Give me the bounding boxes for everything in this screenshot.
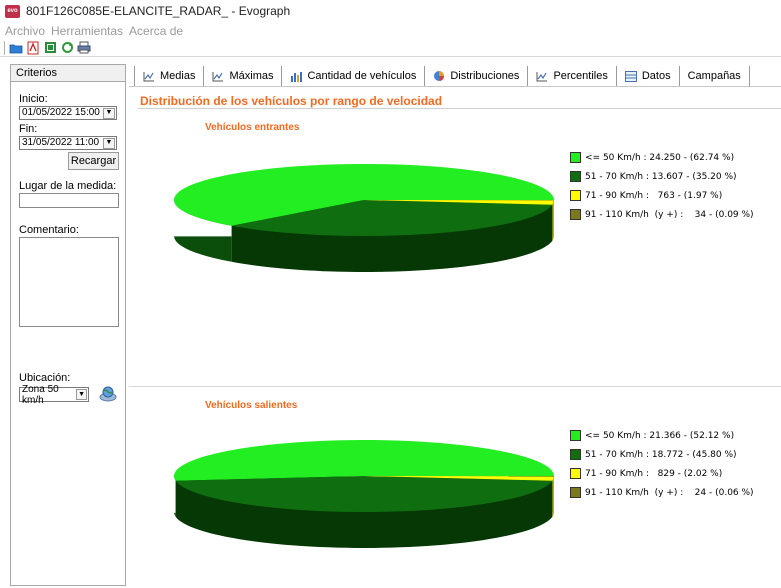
legend-item: <= 50 Km/h : 24.250 - (62.74 %): [570, 148, 754, 167]
tab-label: Datos: [641, 70, 671, 82]
menu-acerca-de[interactable]: Acerca de: [129, 24, 183, 38]
end-label: Fin:: [19, 123, 38, 135]
globe-icon[interactable]: [99, 385, 117, 403]
legend-swatch: [570, 449, 581, 460]
place-label: Lugar de la medida:: [19, 180, 117, 192]
line-chart-icon: [212, 71, 224, 82]
legend-label: 51 - 70 Km/h : 13.607 - (35.20 %): [585, 171, 737, 182]
legend-salientes: <= 50 Km/h : 21.366 - (52.12 %) 51 - 70 …: [570, 426, 754, 502]
legend-label: 71 - 90 Km/h : 829 - (2.02 %): [585, 468, 723, 479]
refresh-icon[interactable]: [60, 41, 74, 55]
table-icon: [624, 70, 637, 82]
comment-label: Comentario:: [19, 224, 79, 236]
tab-label: Medias: [160, 70, 196, 82]
tab-divider: [129, 86, 781, 87]
tab-maximas[interactable]: Máximas: [204, 66, 283, 86]
section-divider: [138, 108, 781, 109]
open-folder-icon[interactable]: [9, 41, 23, 55]
legend-label: 91 - 110 Km/h (y +) : 34 - (0.09 %): [585, 209, 754, 220]
line-chart-icon: [536, 71, 548, 82]
chart-divider: [129, 386, 781, 387]
legend-label: 71 - 90 Km/h : 763 - (1.97 %): [585, 190, 723, 201]
menu-archivo[interactable]: Archivo: [5, 24, 45, 38]
pie-slice-1: [174, 439, 555, 481]
section-title: Distribución de los vehículos por rango …: [140, 94, 443, 108]
end-date-value: 31/05/2022 11:00: [22, 137, 100, 148]
criteria-panel: Criterios Inicio: 01/05/2022 15:00 ▼ Fin…: [10, 64, 126, 586]
start-date-value: 01/05/2022 15:00: [22, 107, 100, 118]
tab-medias[interactable]: Medias: [134, 66, 205, 86]
legend-label: 91 - 110 Km/h (y +) : 24 - (0.06 %): [585, 487, 754, 498]
menu-herramientas[interactable]: Herramientas: [51, 24, 123, 38]
tab-bar: Medias Máximas Cantidad de vehículos Dis…: [134, 66, 750, 86]
location-label: Ubicación:: [19, 372, 71, 384]
legend-item: <= 50 Km/h : 21.366 - (52.12 %): [570, 426, 754, 445]
criteria-header: Criterios: [11, 65, 125, 82]
legend-item: 71 - 90 Km/h : 763 - (1.97 %): [570, 186, 754, 205]
toolbar-grip: [4, 40, 6, 55]
location-select[interactable]: Zona 50 km/h ▼: [19, 384, 89, 406]
legend-label: <= 50 Km/h : 24.250 - (62.74 %): [585, 152, 735, 163]
legend-swatch: [570, 190, 581, 201]
tab-cantidad-vehiculos[interactable]: Cantidad de vehículos: [282, 66, 426, 86]
place-input[interactable]: [19, 193, 119, 208]
legend-swatch: [570, 430, 581, 441]
pie-chart-salientes: [174, 439, 555, 548]
start-date-picker[interactable]: 01/05/2022 15:00 ▼: [19, 106, 117, 120]
tab-label: Percentiles: [553, 70, 608, 82]
tab-percentiles[interactable]: Percentiles: [528, 66, 617, 86]
start-label: Inicio:: [19, 93, 48, 105]
print-icon[interactable]: [77, 41, 91, 55]
line-chart-icon: [143, 71, 155, 82]
window-title: 801F126C085E-ELANCITE_RADAR_ - Evograph: [26, 4, 291, 18]
app-icon: evo: [5, 4, 20, 18]
chart-title-entrantes: Vehículos entrantes: [205, 122, 300, 133]
legend-entrantes: <= 50 Km/h : 24.250 - (62.74 %) 51 - 70 …: [570, 148, 754, 224]
chevron-down-icon[interactable]: ▼: [103, 107, 115, 119]
tab-campanas[interactable]: Campañas: [680, 66, 750, 86]
legend-item: 91 - 110 Km/h (y +) : 34 - (0.09 %): [570, 205, 754, 224]
chevron-down-icon[interactable]: ▼: [76, 389, 87, 400]
comment-textarea[interactable]: [19, 237, 119, 327]
tab-label: Máximas: [229, 70, 274, 82]
legend-swatch: [570, 487, 581, 498]
legend-swatch: [570, 171, 581, 182]
legend-item: 71 - 90 Km/h : 829 - (2.02 %): [570, 464, 754, 483]
tab-distribuciones[interactable]: Distribuciones: [425, 66, 529, 86]
main-area: Medias Máximas Cantidad de vehículos Dis…: [129, 64, 781, 588]
legend-swatch: [570, 152, 581, 163]
pie-chart-icon: [433, 70, 445, 82]
tab-datos[interactable]: Datos: [617, 66, 680, 86]
legend-label: <= 50 Km/h : 21.366 - (52.12 %): [585, 430, 735, 441]
legend-item: 51 - 70 Km/h : 13.607 - (35.20 %): [570, 167, 754, 186]
location-value: Zona 50 km/h: [22, 383, 59, 406]
tab-label: Cantidad de vehículos: [307, 70, 417, 82]
legend-item: 91 - 110 Km/h (y +) : 24 - (0.06 %): [570, 483, 754, 502]
pie-slice-side: [552, 476, 554, 517]
legend-label: 51 - 70 Km/h : 18.772 - (45.80 %): [585, 449, 737, 460]
title-bar: evo 801F126C085E-ELANCITE_RADAR_ - Evogr…: [0, 0, 781, 22]
tab-label: Distribuciones: [450, 70, 520, 82]
chart-title-salientes: Vehículos salientes: [205, 400, 298, 411]
pdf-icon[interactable]: [26, 41, 40, 55]
menu-bar: Archivo Herramientas Acerca de: [0, 22, 781, 39]
toolbar: [0, 39, 781, 57]
tab-label: Campañas: [687, 70, 741, 82]
legend-swatch: [570, 468, 581, 479]
pie-slice-side: [552, 200, 554, 241]
reload-button[interactable]: Recargar: [68, 152, 119, 170]
pie-chart-entrantes: [174, 163, 555, 272]
legend-item: 51 - 70 Km/h : 18.772 - (45.80 %): [570, 445, 754, 464]
chevron-down-icon[interactable]: ▼: [103, 137, 115, 149]
bar-chart-icon: [290, 71, 303, 82]
excel-icon[interactable]: [43, 41, 57, 55]
legend-swatch: [570, 209, 581, 220]
end-date-picker[interactable]: 31/05/2022 11:00 ▼: [19, 136, 117, 150]
